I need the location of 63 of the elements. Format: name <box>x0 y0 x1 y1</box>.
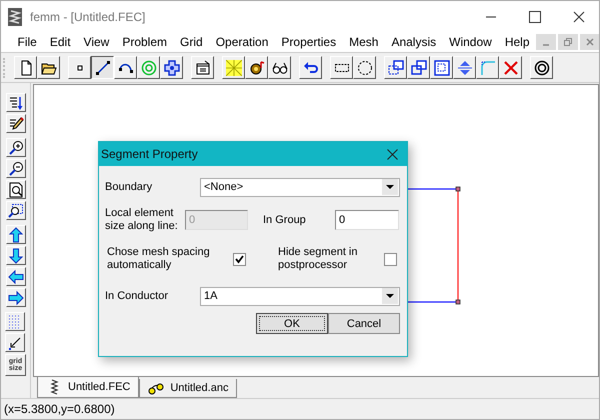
maximize-icon[interactable] <box>529 10 541 22</box>
checkbox[interactable] <box>384 252 397 266</box>
dropdown[interactable]: 1A <box>200 286 400 306</box>
app-icon <box>8 8 22 26</box>
copy-icon <box>388 60 404 76</box>
overlapping-squares-icon <box>410 60 426 76</box>
zoom-window-icon <box>8 202 24 218</box>
down-arrow-icon <box>8 248 24 264</box>
fillet-icon <box>480 60 496 76</box>
input-field[interactable]: 0 <box>335 210 399 230</box>
checkbox-label: Chose mesh spacing automatically <box>106 246 211 272</box>
close-icon[interactable] <box>573 10 585 22</box>
field-label: In Group <box>263 214 307 226</box>
delete-icon <box>502 60 518 76</box>
dropdown[interactable]: <None> <box>200 178 400 196</box>
dialog-title: Segment Property <box>101 147 198 161</box>
window-icon <box>194 60 210 76</box>
menu-item[interactable]: Operation <box>209 35 275 49</box>
ok-button[interactable]: OK <box>256 313 328 334</box>
menu-item[interactable]: Edit <box>43 35 78 49</box>
document-tab[interactable]: Untitled.anc <box>139 379 238 398</box>
cancel-button[interactable]: Cancel <box>328 313 400 334</box>
zoom-page-icon <box>8 182 24 198</box>
list-arrow-icon <box>8 94 24 110</box>
zoom-in-icon <box>8 140 24 156</box>
menu-item[interactable]: Help <box>498 35 536 49</box>
right-arrow-icon <box>8 290 24 306</box>
toolbar-button[interactable] <box>91 56 114 79</box>
checkbox[interactable] <box>233 252 246 266</box>
zoom-out-icon <box>8 160 24 176</box>
menu-item[interactable]: Problem <box>116 35 174 49</box>
document-tab[interactable]: Untitled.FEC <box>37 376 140 398</box>
field-label: Local element size along line: <box>105 207 179 233</box>
mirror-icon <box>456 60 472 76</box>
close-icon[interactable] <box>387 148 398 160</box>
field-label: Boundary <box>105 181 154 193</box>
scale-icon <box>434 60 450 76</box>
menu-item[interactable]: File <box>11 35 44 49</box>
status-text: (x=5.3800,y=0.6800) <box>4 402 115 416</box>
gear-icon <box>248 60 264 76</box>
window-title: femm - [Untitled.FEC] <box>30 10 146 24</box>
up-arrow-icon <box>8 226 24 242</box>
restore-icon[interactable] <box>558 34 578 50</box>
snap-arrow-icon <box>7 334 23 350</box>
undo-icon <box>302 60 318 76</box>
menu-item[interactable]: View <box>77 35 116 49</box>
target-icon <box>140 60 156 76</box>
menu-item[interactable]: Mesh <box>342 35 385 49</box>
menu-item[interactable]: Properties <box>274 35 343 49</box>
grid-icon <box>226 60 242 76</box>
dropdown-value: <None> <box>203 181 244 193</box>
ring-icon <box>534 60 550 76</box>
dashed-circle-icon <box>356 60 372 76</box>
left-arrow-icon <box>8 268 24 284</box>
line-icon <box>94 60 110 76</box>
dropdown-value: 1A <box>203 290 218 302</box>
field-label: In Conductor <box>105 290 169 302</box>
checkbox-label: Hide segment in postprocessor <box>277 246 358 272</box>
menu-item[interactable]: Grid <box>174 35 210 49</box>
cross-shape-icon <box>164 60 180 76</box>
menu-item[interactable]: Analysis <box>384 35 443 49</box>
pencil-icon <box>8 116 24 132</box>
menu-item[interactable]: Window <box>442 35 498 49</box>
